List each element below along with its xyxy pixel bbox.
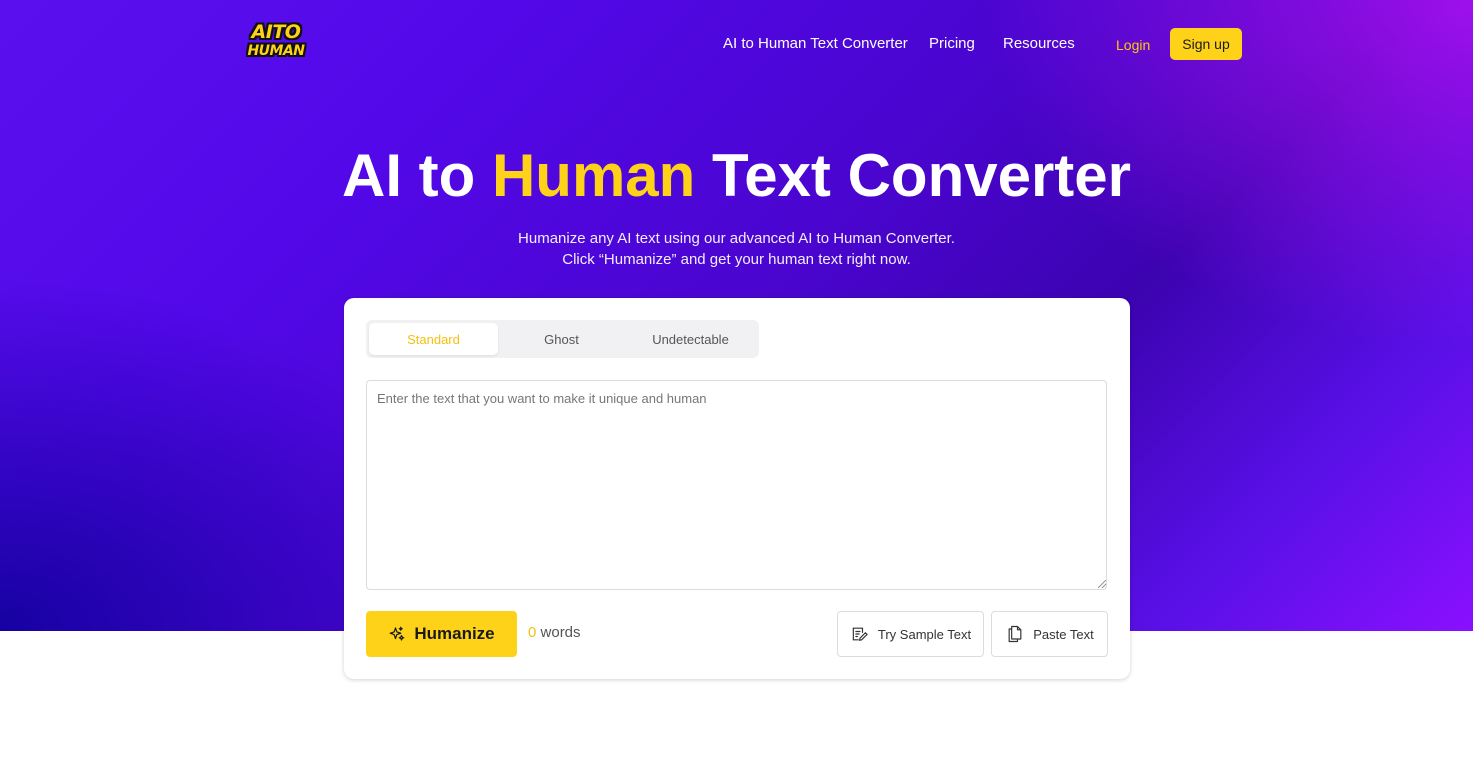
nav-link-resources[interactable]: Resources	[1003, 34, 1075, 54]
text-input[interactable]	[366, 380, 1107, 590]
title-part-1: AI to	[341, 142, 492, 209]
word-count-label: words	[540, 624, 581, 641]
subtitle-line-1: Humanize any AI text using our advanced …	[518, 230, 955, 247]
tab-undetectable[interactable]: Undetectable	[626, 323, 755, 355]
subtitle-line-2: Click “Humanize” and get your human text…	[562, 251, 911, 268]
resize-handle[interactable]	[1098, 580, 1106, 588]
signup-button[interactable]: Sign up	[1170, 28, 1242, 60]
edit-note-icon	[852, 627, 868, 641]
converter-card: Standard Ghost Undetectable Humanize 0 w…	[344, 298, 1130, 679]
login-link[interactable]: Login	[1116, 35, 1150, 55]
title-part-2: Text Converter	[695, 142, 1132, 209]
page-title: AI to Human Text Converter	[0, 140, 1473, 212]
tab-ghost[interactable]: Ghost	[497, 323, 626, 355]
humanize-label: Humanize	[414, 624, 495, 643]
word-counter: 0 words	[528, 624, 581, 641]
brand-logo[interactable]: AITO HUMAN	[246, 23, 306, 63]
nav-link-converter[interactable]: AI to Human Text Converter	[723, 34, 908, 54]
paste-text-label: Paste Text	[1033, 626, 1094, 642]
paste-text-button[interactable]: Paste Text	[991, 611, 1108, 657]
logo-line-2: HUMAN	[247, 43, 305, 59]
try-sample-label: Try Sample Text	[877, 626, 972, 642]
try-sample-button[interactable]: Try Sample Text	[837, 611, 984, 657]
nav-link-pricing[interactable]: Pricing	[929, 34, 975, 54]
logo-line-1: AITO	[251, 21, 301, 43]
humanize-button[interactable]: Humanize	[366, 611, 517, 657]
sparkles-icon	[389, 626, 405, 641]
word-count-value: 0	[528, 624, 537, 641]
mode-tabs: Standard Ghost Undetectable	[366, 320, 759, 358]
title-accent: Human	[491, 142, 696, 209]
copy-icon	[1008, 625, 1022, 643]
tab-standard[interactable]: Standard	[369, 323, 498, 355]
